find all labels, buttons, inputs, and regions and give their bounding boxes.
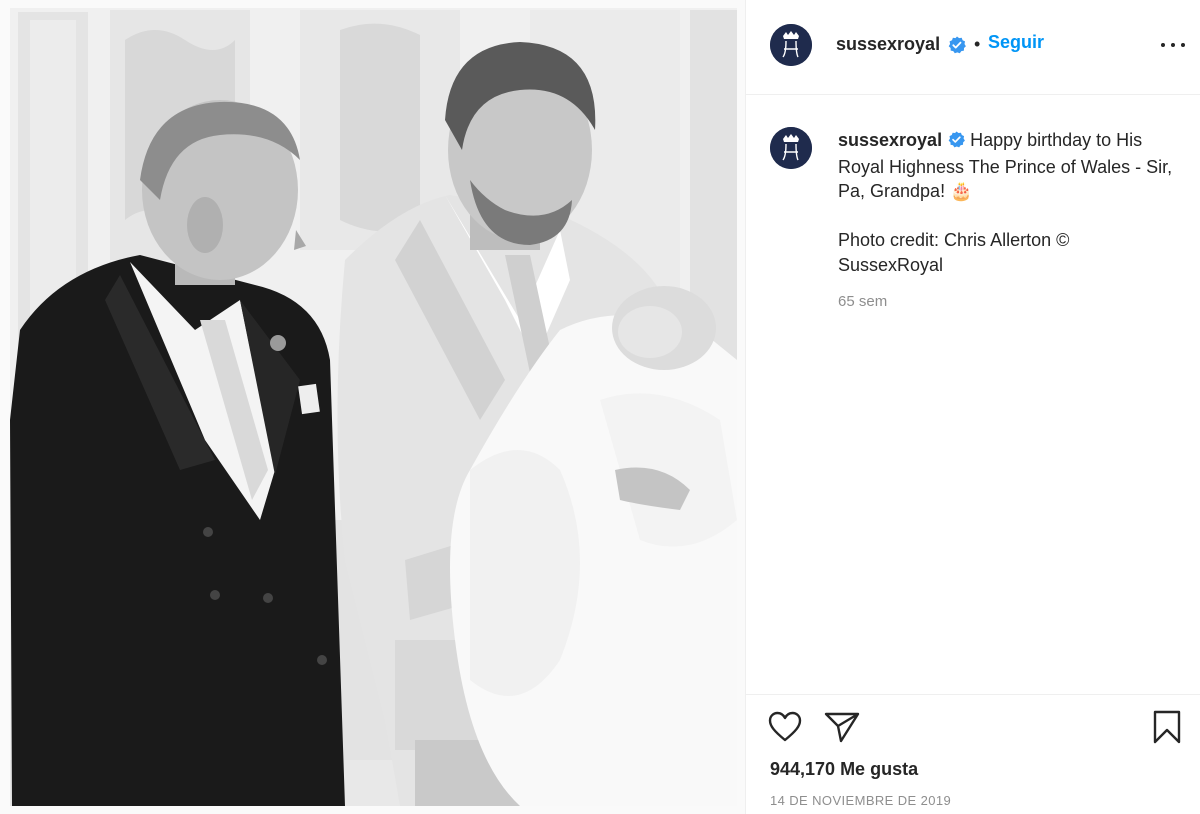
paper-plane-icon[interactable] [824, 711, 860, 748]
verified-badge-icon [948, 36, 966, 59]
post-header: sussexroyal • Seguir [746, 0, 1200, 95]
heart-icon[interactable] [768, 711, 802, 748]
post-author-username[interactable]: sussexroyal [836, 34, 940, 55]
crown-monogram-icon [770, 127, 812, 169]
profile-avatar[interactable] [770, 24, 812, 66]
crown-monogram-icon [770, 24, 812, 66]
post-caption: sussexroyal Happy birthday to His Royal … [838, 128, 1178, 277]
bookmark-icon[interactable] [1152, 710, 1182, 749]
caption-username[interactable]: sussexroyal [838, 130, 942, 150]
caption-avatar[interactable] [770, 127, 812, 169]
follow-button[interactable]: Seguir [988, 32, 1044, 53]
post-photo-illustration [0, 0, 745, 814]
separator-dot: • [974, 34, 981, 54]
post-age[interactable]: 65 sem [838, 293, 887, 310]
post-date: 14 DE NOVIEMBRE DE 2019 [770, 793, 952, 808]
like-count[interactable]: 944,170 Me gusta [770, 759, 918, 780]
post-actions-footer: 944,170 Me gusta 14 DE NOVIEMBRE DE 2019 [746, 694, 1200, 814]
verified-badge-icon [948, 130, 965, 155]
more-options-icon[interactable] [1159, 35, 1187, 55]
photo-credit: Photo credit: Chris Allerton © SussexRoy… [838, 230, 1070, 275]
post-photo[interactable] [0, 0, 745, 814]
post-side-panel: sussexroyal • Seguir sussexroyal Happy b… [745, 0, 1200, 814]
